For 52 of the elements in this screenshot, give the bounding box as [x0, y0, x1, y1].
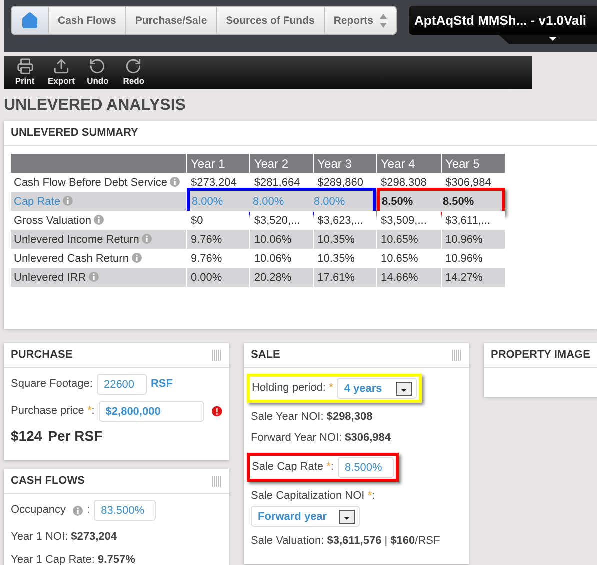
holding-period-select[interactable]: 4 years	[337, 378, 418, 399]
info-line: Sale Year NOI: $298,308	[251, 411, 374, 424]
panel-title: PURCHASE	[11, 349, 73, 361]
table-cell: 20.28%	[250, 268, 313, 287]
table-cell: 10.06%	[250, 230, 313, 249]
info-line: Year 1 NOI: $273,204	[11, 531, 118, 544]
toolbar-button[interactable]: Print	[12, 58, 38, 89]
toolbar-button[interactable]: Redo	[120, 58, 147, 89]
column-header: Year 2	[250, 154, 313, 173]
column-header: Year 4	[377, 154, 440, 173]
table-cell: 14.27%	[442, 268, 505, 287]
toolbar-button[interactable]: Undo	[84, 58, 111, 89]
input-field[interactable]: $2,800,000	[98, 401, 204, 422]
unit-label: RSF	[150, 378, 173, 391]
row-label: Cap Rate	[11, 192, 186, 211]
table-cell-text: 8.50%	[442, 196, 476, 208]
field-label: Purchase price *:	[11, 405, 95, 418]
field-label: :	[87, 504, 90, 517]
capitalization-select[interactable]: Forward year	[251, 506, 360, 527]
table-cell: 10.96%	[442, 230, 505, 249]
field-label: Sale Capitalization NOI *:	[251, 490, 376, 503]
toolbar-button[interactable]: Export	[48, 58, 75, 89]
price-per-rsf: $124	[11, 428, 42, 444]
panel-title: PROPERTY IMAGE	[491, 349, 590, 361]
table-cell: 17.61%	[314, 268, 376, 287]
field-label: Holding period: *	[252, 382, 334, 395]
column-header: Year 3	[314, 154, 376, 173]
table-cell-text: 8.50%	[381, 196, 414, 208]
input-field[interactable]: 8.500%	[338, 457, 394, 478]
panel-title: SALE	[251, 349, 280, 361]
input-field[interactable]: 83.500%	[94, 500, 156, 521]
field-label: Sale Cap Rate *:	[252, 461, 334, 474]
panel-title: UNLEVERED SUMMARY	[11, 127, 138, 139]
table-cell: 9.76%	[187, 230, 250, 249]
field-label: Square Footage:	[11, 378, 93, 391]
field-label: Occupancy	[11, 504, 66, 517]
table-cell: 14.66%	[377, 268, 440, 287]
row-label: Unlevered Income Return	[11, 230, 186, 249]
input-field[interactable]: 22600	[96, 374, 147, 395]
table-cell: 10.65%	[377, 230, 440, 249]
info-line: Year 1 Cap Rate: 9.757%	[11, 554, 136, 565]
unit-label: Per RSF	[48, 428, 103, 444]
panel-title: CASH FLOWS	[11, 475, 85, 487]
sale-valuation: Sale Valuation: $3,611,576 | $160/RSF	[251, 535, 442, 548]
column-header: Year 1	[187, 154, 250, 173]
file-title[interactable]: AptAqStd MMSh... - v1.0Vali	[408, 6, 597, 35]
column-header: Year 5	[442, 154, 505, 173]
info-line: Forward Year NOI: $306,984	[251, 432, 392, 445]
table-cell: 10.35%	[314, 230, 376, 249]
page-title: UNLEVERED ANALYSIS	[4, 97, 187, 116]
row-label: Unlevered IRR	[11, 268, 186, 287]
table-cell: 0.00%	[187, 268, 250, 287]
